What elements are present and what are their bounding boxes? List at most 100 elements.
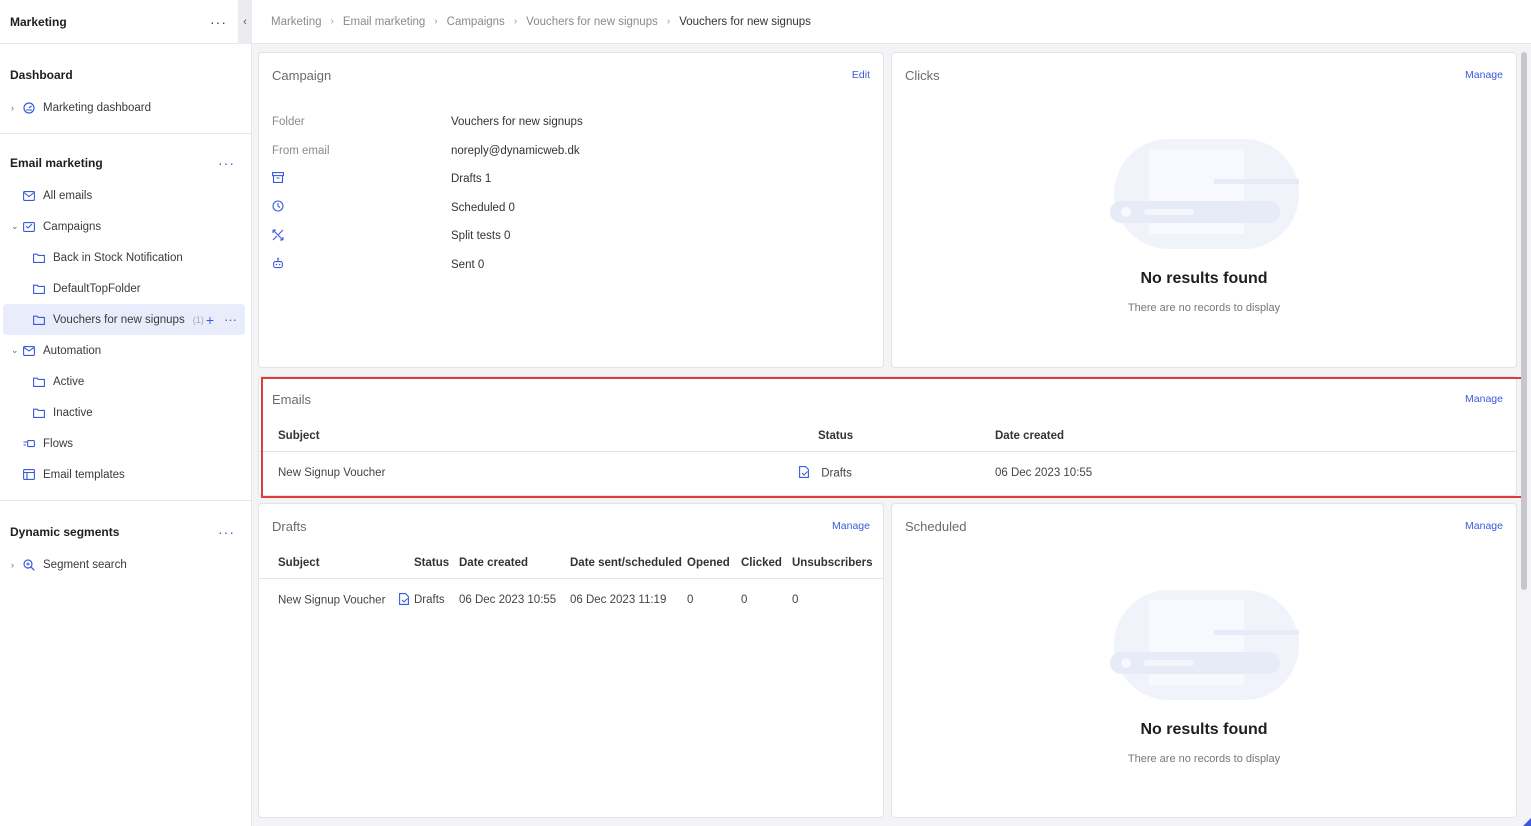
section-title-email-marketing: Email marketing xyxy=(10,156,103,170)
row-subject[interactable]: New Signup Voucher xyxy=(278,594,385,606)
row-date-sent: 06 Dec 2023 11:19 xyxy=(570,594,667,607)
add-icon[interactable]: + xyxy=(206,312,214,328)
table-row[interactable]: New Signup Voucher Drafts 06 Dec 2023 10… xyxy=(259,578,883,622)
campaign-mail-icon xyxy=(23,221,43,232)
manage-clicks-link[interactable]: Manage xyxy=(1465,69,1503,81)
drafts-table: Subject Status Date created Date sent/sc… xyxy=(259,548,883,622)
column-date-sent-scheduled[interactable]: Date sent/scheduled xyxy=(570,548,687,579)
sidebar-item-default-top-folder[interactable]: DefaultTopFolder xyxy=(3,273,245,304)
sidebar-more-icon[interactable]: ··· xyxy=(210,14,227,30)
scheduled-row: Scheduled 0 xyxy=(259,194,883,223)
sidebar-item-label: Email templates xyxy=(43,468,125,481)
empty-state-illustration xyxy=(1104,590,1304,703)
manage-scheduled-link[interactable]: Manage xyxy=(1465,520,1503,532)
flows-icon xyxy=(23,439,43,449)
chevron-down-icon[interactable]: ⌄ xyxy=(11,345,23,356)
section-title-dashboard: Dashboard xyxy=(10,68,73,82)
sidebar-item-marketing-dashboard[interactable]: › Marketing dashboard xyxy=(3,92,245,123)
table-header-row: Subject Status Date created xyxy=(259,421,1516,452)
empty-title: No results found xyxy=(1140,270,1268,287)
sidebar-item-label: Flows xyxy=(43,437,74,450)
sidebar-item-label: Automation xyxy=(43,344,102,357)
row-unsubscribers: 0 xyxy=(792,594,799,607)
clicks-empty-state: No results found There are no records to… xyxy=(892,139,1516,314)
sidebar-item-label: All emails xyxy=(43,189,93,202)
resize-corner-icon xyxy=(1523,818,1531,826)
column-status[interactable]: Status xyxy=(414,548,459,579)
manage-drafts-link[interactable]: Manage xyxy=(832,520,870,532)
emails-card: Emails Manage Subject Status Date create… xyxy=(258,376,1517,496)
scheduled-count: Scheduled 0 xyxy=(451,201,515,214)
table-row[interactable]: New Signup Voucher Drafts 06 Dec 2023 10… xyxy=(259,451,1516,495)
sidebar-item-segment-search[interactable]: › Segment search xyxy=(3,549,245,580)
sidebar-item-campaigns[interactable]: ⌄ Campaigns xyxy=(3,211,245,242)
sidebar-item-label: Marketing dashboard xyxy=(43,101,152,114)
archive-box-icon xyxy=(272,172,284,186)
scheduled-empty-state: No results found There are no records to… xyxy=(892,590,1516,765)
column-subject[interactable]: Subject xyxy=(259,421,799,452)
drafts-card: Drafts Manage Subject Status Date create… xyxy=(258,503,884,818)
sidebar-item-label: Back in Stock Notification xyxy=(53,251,183,264)
chevron-right-icon[interactable]: › xyxy=(11,103,23,113)
chevron-down-icon[interactable]: ⌄ xyxy=(11,221,23,232)
empty-title: No results found xyxy=(1140,721,1268,738)
row-clicked: 0 xyxy=(741,594,748,607)
breadcrumb-email-marketing[interactable]: Email marketing xyxy=(343,16,425,28)
chevron-right-icon[interactable]: › xyxy=(11,560,23,570)
more-icon[interactable]: ··· xyxy=(224,312,237,327)
vertical-scrollbar[interactable] xyxy=(1521,52,1527,590)
drafts-row: Drafts 1 xyxy=(259,165,883,194)
column-status[interactable]: Status xyxy=(799,421,995,452)
sidebar-item-all-emails[interactable]: All emails xyxy=(3,180,245,211)
edit-campaign-link[interactable]: Edit xyxy=(852,69,870,81)
folder-value: Vouchers for new signups xyxy=(451,116,583,129)
breadcrumb: Marketing › Email marketing › Campaigns … xyxy=(252,0,1531,44)
breadcrumb-campaigns[interactable]: Campaigns xyxy=(447,16,505,28)
sidebar-item-flows[interactable]: Flows xyxy=(3,428,245,459)
sidebar: Marketing ··· ‹ Dashboard › Marketing da… xyxy=(0,0,252,826)
folder-icon xyxy=(33,253,53,263)
section-title-dynamic-segments: Dynamic segments xyxy=(10,525,120,539)
sidebar-item-label: Campaigns xyxy=(43,220,102,233)
section-more-icon[interactable]: ··· xyxy=(218,155,235,171)
campaign-card-title: Campaign xyxy=(272,67,332,83)
sidebar-item-active[interactable]: Active xyxy=(3,366,245,397)
template-icon xyxy=(23,469,43,480)
sidebar-item-label: Active xyxy=(53,375,85,388)
empty-state-illustration xyxy=(1104,139,1304,252)
breadcrumb-separator-icon: › xyxy=(666,16,671,27)
column-opened[interactable]: Opened xyxy=(687,548,741,579)
collapse-sidebar-icon[interactable]: ‹ xyxy=(238,0,252,44)
sidebar-section-segments: Dynamic segments ··· › Segment search xyxy=(0,501,251,590)
row-opened: 0 xyxy=(687,594,694,607)
breadcrumb-vouchers-folder[interactable]: Vouchers for new signups xyxy=(526,16,658,28)
sidebar-title: Marketing xyxy=(10,14,67,29)
sidebar-item-vouchers-for-new-signups[interactable]: Vouchers for new signups (1) + ··· xyxy=(3,304,245,335)
column-date-created[interactable]: Date created xyxy=(995,421,1516,452)
column-date-created[interactable]: Date created xyxy=(459,548,570,579)
row-status: Drafts xyxy=(414,594,445,607)
folder-icon xyxy=(33,284,53,294)
from-email-row: From email noreply@dynamicweb.dk xyxy=(259,137,883,166)
sidebar-item-email-templates[interactable]: Email templates xyxy=(3,459,245,490)
manage-emails-link[interactable]: Manage xyxy=(1465,393,1503,405)
folder-row: Folder Vouchers for new signups xyxy=(259,108,883,137)
sidebar-item-automation[interactable]: ⌄ Automation xyxy=(3,335,245,366)
row-subject[interactable]: New Signup Voucher xyxy=(259,451,799,495)
column-subject[interactable]: Subject xyxy=(259,548,414,579)
row-date-created: 06 Dec 2023 10:55 xyxy=(995,467,1093,480)
folder-label: Folder xyxy=(272,116,305,129)
column-unsubscribers[interactable]: Unsubscribers xyxy=(792,548,883,579)
sidebar-item-back-in-stock[interactable]: Back in Stock Notification xyxy=(3,242,245,273)
from-email-label: From email xyxy=(272,144,330,157)
column-clicked[interactable]: Clicked xyxy=(741,548,792,579)
breadcrumb-separator-icon: › xyxy=(513,16,518,27)
breadcrumb-marketing[interactable]: Marketing xyxy=(271,16,322,28)
from-email-value: noreply@dynamicweb.dk xyxy=(451,144,580,157)
breadcrumb-separator-icon: › xyxy=(434,16,438,27)
section-more-icon[interactable]: ··· xyxy=(218,524,235,540)
sent-count: Sent 0 xyxy=(451,258,485,271)
sidebar-item-inactive[interactable]: Inactive xyxy=(3,397,245,428)
empty-subtitle: There are no records to display xyxy=(1127,753,1281,765)
clicks-card: Clicks Manage No results found There are… xyxy=(891,52,1517,368)
